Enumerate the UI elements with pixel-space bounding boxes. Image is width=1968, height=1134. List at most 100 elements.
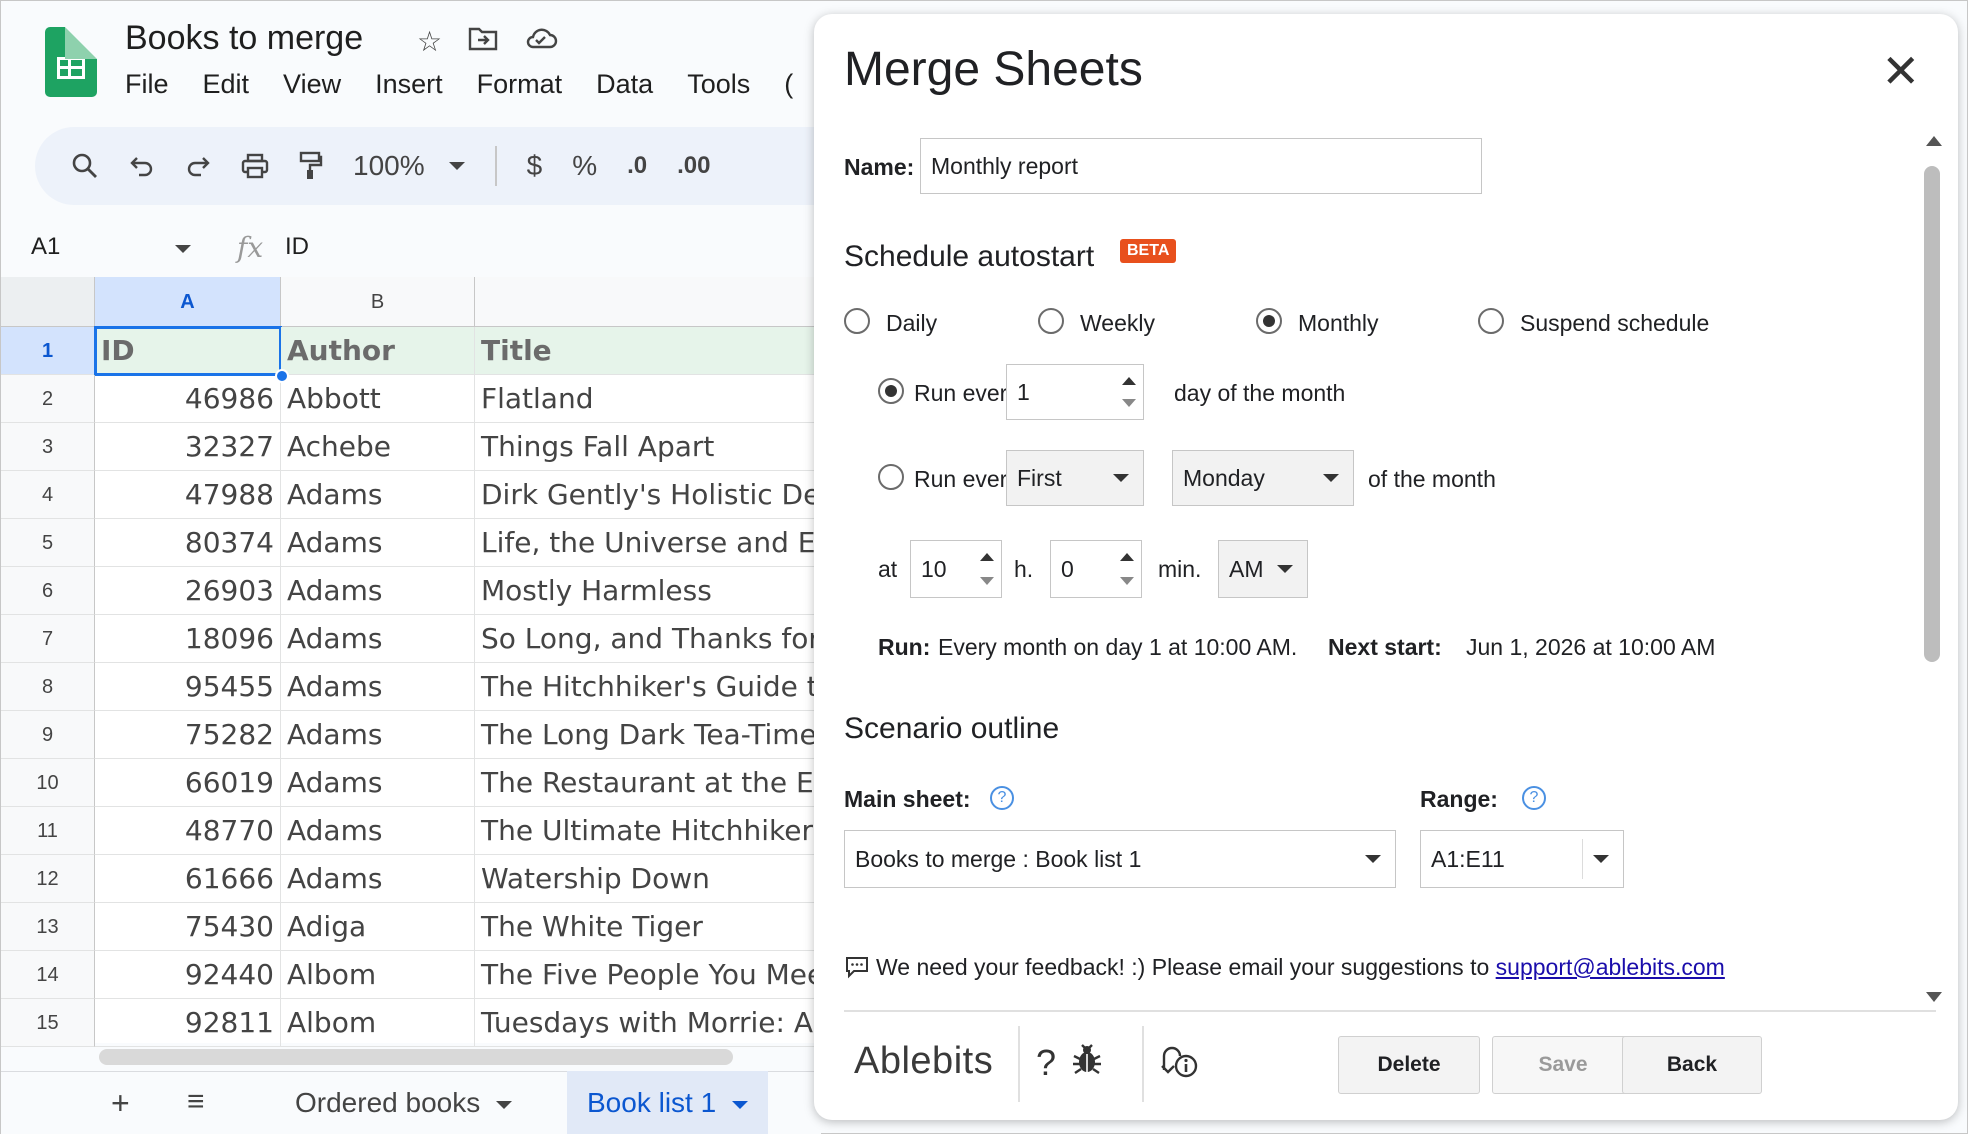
redo-icon[interactable] [185,154,211,178]
ampm-select[interactable]: AM [1218,540,1308,598]
radio-suspend-schedule[interactable] [1478,308,1504,334]
hour-spinner[interactable] [971,541,1001,597]
row-header[interactable]: 13 [1,903,95,951]
vertical-scrollbar-thumb[interactable] [1924,166,1940,662]
cell-id[interactable]: 26903 [95,567,281,615]
cloud-status-icon[interactable] [524,25,558,58]
column-header-b[interactable]: B [281,277,475,327]
bug-report-icon[interactable] [1070,1042,1104,1085]
select-all-corner[interactable] [1,277,95,327]
arrow-down-icon[interactable] [1122,399,1136,407]
row-header[interactable]: 10 [1,759,95,807]
cell-author[interactable]: Achebe [281,423,475,471]
cell-title[interactable]: Tuesdays with Morrie: An [475,999,821,1047]
cell-id[interactable]: 47988 [95,471,281,519]
row-header[interactable]: 14 [1,951,95,999]
scroll-up-icon[interactable] [1926,136,1942,146]
radio-daily[interactable] [844,308,870,334]
tab-book-list-1[interactable]: Book list 1 [567,1071,769,1134]
cell-id[interactable]: 66019 [95,759,281,807]
cell-id[interactable]: 75430 [95,903,281,951]
row-header[interactable]: 8 [1,663,95,711]
formula-bar[interactable]: ID [285,233,309,261]
undo-icon[interactable] [129,154,155,178]
range-help-icon[interactable]: ? [1522,786,1546,810]
tab-ordered-books[interactable]: Ordered books [275,1071,532,1134]
row-header[interactable]: 5 [1,519,95,567]
radio-weekly[interactable] [1038,308,1064,334]
cell-author[interactable]: Adams [281,567,475,615]
cell-title[interactable]: The Ultimate Hitchhiker's [475,807,821,855]
row-header[interactable]: 6 [1,567,95,615]
radio-run-every-weekday[interactable] [878,464,904,490]
cell-id[interactable]: 46986 [95,375,281,423]
cell-title[interactable]: Things Fall Apart [475,423,821,471]
cell-id[interactable]: 92811 [95,999,281,1047]
radio-monthly[interactable] [1256,308,1282,334]
sheets-logo-icon[interactable] [45,27,97,97]
arrow-up-icon[interactable] [980,553,994,561]
menu-edit[interactable]: Edit [203,69,250,100]
search-icon[interactable] [71,152,99,180]
row-header[interactable]: 2 [1,375,95,423]
move-folder-icon[interactable] [468,25,498,58]
minute-stepper[interactable]: 0 [1050,540,1142,598]
fill-handle[interactable] [275,369,289,383]
cell-id[interactable]: 75282 [95,711,281,759]
cell-title[interactable]: Life, the Universe and Eve [475,519,821,567]
add-sheet-button[interactable]: + [111,1085,130,1122]
main-sheet-select[interactable]: Books to merge : Book list 1 [844,830,1396,888]
cell-title[interactable]: The Five People You Meet [475,951,821,999]
hour-stepper[interactable]: 10 [910,540,1002,598]
day-stepper[interactable]: 1 [1006,364,1144,420]
cell-id[interactable]: 95455 [95,663,281,711]
cell-author[interactable]: Albom [281,951,475,999]
cell-title[interactable]: Dirk Gently's Holistic Dete [475,471,821,519]
day-spinner[interactable] [1113,365,1143,419]
menu-tools[interactable]: Tools [687,69,750,100]
name-box-dropdown-icon[interactable] [175,245,191,253]
cell-author[interactable]: Adams [281,663,475,711]
menu-format[interactable]: Format [477,69,563,100]
row-header[interactable]: 1 [1,327,95,375]
row-header[interactable]: 4 [1,471,95,519]
arrow-up-icon[interactable] [1120,553,1134,561]
column-header-c[interactable] [475,277,821,327]
row-header[interactable]: 9 [1,711,95,759]
arrow-up-icon[interactable] [1122,377,1136,385]
menu-insert[interactable]: Insert [375,69,443,100]
row-header[interactable]: 7 [1,615,95,663]
weekday-select[interactable]: Monday [1172,450,1354,506]
cell-title[interactable]: The Long Dark Tea-Time o [475,711,821,759]
delete-button[interactable]: Delete [1338,1036,1480,1094]
cell-id[interactable]: 18096 [95,615,281,663]
cell-author[interactable]: Adams [281,855,475,903]
cell-title[interactable]: Flatland [475,375,821,423]
horizontal-scrollbar[interactable] [99,1049,733,1065]
menu-view[interactable]: View [283,69,341,100]
cell-id[interactable]: 61666 [95,855,281,903]
cell-author[interactable]: Adiga [281,903,475,951]
ordinal-select[interactable]: First [1006,450,1144,506]
arrow-down-icon[interactable] [980,577,994,585]
support-email-link[interactable]: support@ablebits.com [1496,954,1725,980]
document-title[interactable]: Books to merge [125,19,363,58]
cell-id[interactable]: 48770 [95,807,281,855]
cell-id[interactable]: 80374 [95,519,281,567]
decrease-decimal-button[interactable]: .0 [627,152,647,180]
cell-title[interactable]: The Restaurant at the End [475,759,821,807]
save-button[interactable]: Save [1492,1036,1634,1094]
cell-author[interactable]: Albom [281,999,475,1047]
cell-title[interactable]: The White Tiger [475,903,821,951]
currency-format-button[interactable]: $ [527,150,543,182]
cell-title[interactable]: Watership Down [475,855,821,903]
row-header[interactable]: 3 [1,423,95,471]
column-header-a[interactable]: A [95,277,281,327]
minute-spinner[interactable] [1111,541,1141,597]
cell-author[interactable]: Adams [281,471,475,519]
cell-id[interactable]: 92440 [95,951,281,999]
header-cell-id[interactable]: ID [94,326,282,376]
privacy-info-icon[interactable] [1160,1042,1200,1087]
spreadsheet-grid[interactable]: A B 1 ID Author Title 2 46986 Abbott Flatland 3 3… [1,277,821,1047]
cell-title[interactable]: So Long, and Thanks for A [475,615,821,663]
